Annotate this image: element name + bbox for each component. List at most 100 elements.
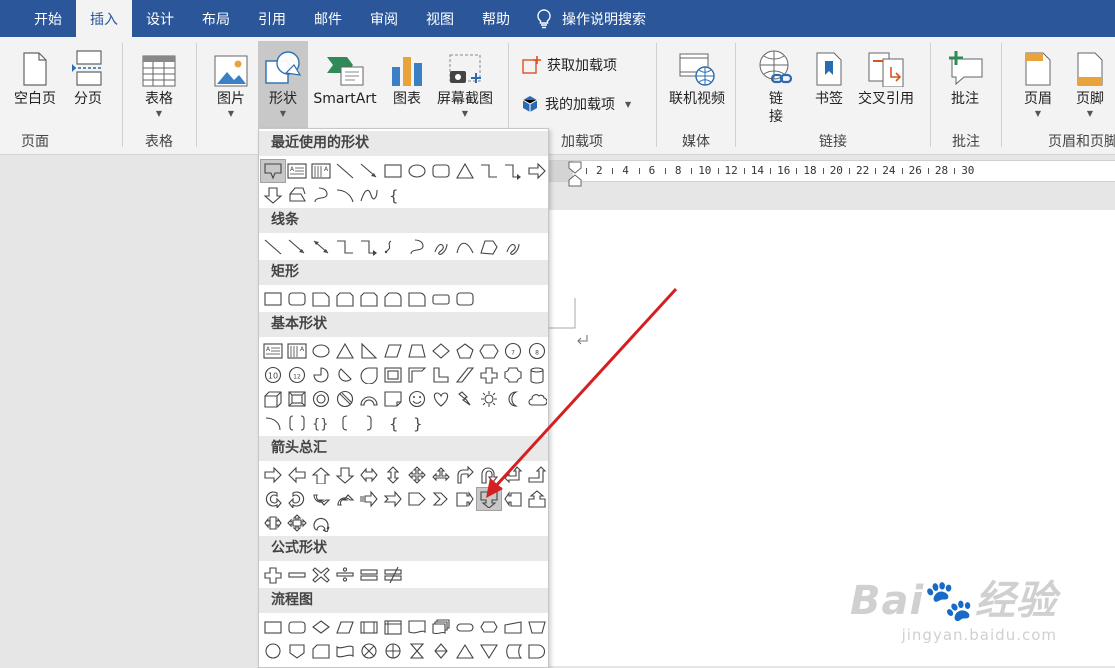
shape-snipround-icon[interactable]	[381, 288, 405, 310]
shape-lcallout-icon[interactable]	[501, 488, 525, 510]
shape-wave-icon[interactable]	[357, 184, 381, 206]
shape-falt-icon[interactable]	[285, 616, 309, 638]
shape-curve-icon[interactable]	[453, 236, 477, 258]
shape-line-icon[interactable]	[261, 236, 285, 258]
shape-brace-icon[interactable]: {	[381, 184, 405, 206]
shape-pentarrow-icon[interactable]	[405, 488, 429, 510]
bookmark-button[interactable]: 书签	[812, 41, 846, 108]
shape-oval-icon[interactable]	[405, 160, 429, 182]
shape-foffpage-icon[interactable]	[285, 640, 309, 662]
shape-freeform-icon[interactable]	[477, 236, 501, 258]
shape-dblarrow-icon[interactable]	[309, 236, 333, 258]
tab-design[interactable]: 设计	[132, 0, 188, 37]
shape-fsort-icon[interactable]	[429, 640, 453, 662]
shape-fprep-icon[interactable]	[477, 616, 501, 638]
shape-flatrect-icon[interactable]	[429, 288, 453, 310]
tab-references[interactable]: 引用	[244, 0, 300, 37]
shape-oval-icon[interactable]	[309, 340, 333, 362]
tab-view[interactable]: 视图	[412, 0, 468, 37]
shape-striped-icon[interactable]	[357, 488, 381, 510]
shape-finternal-icon[interactable]	[381, 616, 405, 638]
shape-fprocess-icon[interactable]	[261, 616, 285, 638]
shape-rrect-icon[interactable]	[285, 288, 309, 310]
shape-curvedr-icon[interactable]	[261, 488, 285, 510]
shape-tri-icon[interactable]	[453, 160, 477, 182]
shape-tri-icon[interactable]	[333, 340, 357, 362]
tab-layout[interactable]: 布局	[188, 0, 244, 37]
online-video-button[interactable]: 联机视频	[667, 41, 727, 108]
table-button[interactable]: 表格 ▼	[139, 41, 179, 120]
shape-fstored-icon[interactable]	[501, 640, 525, 662]
tab-home[interactable]: 开始	[0, 0, 76, 37]
shape-larrow-icon[interactable]	[285, 464, 309, 486]
shape-div-icon[interactable]	[333, 564, 357, 586]
shape-cube-icon[interactable]	[261, 388, 285, 410]
my-addins-button[interactable]: 我的加载项 ▼	[521, 94, 631, 114]
shape-bentup-icon[interactable]	[525, 464, 549, 486]
shape-snip-icon[interactable]	[309, 288, 333, 310]
shape-moon-icon[interactable]	[501, 388, 525, 410]
shape-pent-icon[interactable]	[285, 184, 309, 206]
shape-pie-icon[interactable]	[309, 364, 333, 386]
shape-equal-icon[interactable]	[357, 564, 381, 586]
shape-diamond-icon[interactable]	[429, 340, 453, 362]
shape-fextract-icon[interactable]	[453, 640, 477, 662]
shape-fdecision-icon[interactable]	[309, 616, 333, 638]
shape-plaque-icon[interactable]	[501, 364, 525, 386]
shape-can-icon[interactable]	[525, 364, 549, 386]
shape-num-icon[interactable]: 8	[525, 340, 549, 362]
shape-heart-icon[interactable]	[429, 388, 453, 410]
footer-button[interactable]: 页脚 ▼	[1072, 41, 1108, 120]
shape-num-icon[interactable]: 12	[285, 364, 309, 386]
picture-button[interactable]: 图片 ▼	[211, 41, 251, 120]
shape-fpredef-icon[interactable]	[357, 616, 381, 638]
shape-vtextbox-icon[interactable]: A	[285, 340, 309, 362]
shape-fmulti-icon[interactable]	[429, 616, 453, 638]
shape-darrow-icon[interactable]	[333, 464, 357, 486]
shape-fconn-icon[interactable]	[261, 640, 285, 662]
shape-connector-icon[interactable]	[381, 236, 405, 258]
shape-rbrace-icon[interactable]: }	[405, 412, 429, 434]
shape-leftup-icon[interactable]	[501, 464, 525, 486]
shape-circarrow-icon[interactable]	[309, 512, 333, 534]
shape-elbowarrow-icon[interactable]	[357, 236, 381, 258]
shape-snip2-icon[interactable]	[357, 288, 381, 310]
shape-minus-icon[interactable]	[285, 564, 309, 586]
shape-fcollate-icon[interactable]	[405, 640, 429, 662]
shape-nosym-icon[interactable]	[333, 388, 357, 410]
link-button[interactable]: 链接	[756, 41, 796, 126]
shape-fdoc-icon[interactable]	[405, 616, 429, 638]
shape-fold-icon[interactable]	[381, 388, 405, 410]
indent-marker-icon[interactable]	[568, 161, 582, 187]
shape-fmanop-icon[interactable]	[525, 616, 549, 638]
shape-curvedu-icon[interactable]	[309, 488, 333, 510]
shape-curvedd-icon[interactable]	[333, 488, 357, 510]
shape-cloud-icon[interactable]	[525, 388, 549, 410]
shape-darrow-icon[interactable]	[261, 184, 285, 206]
tell-me-search[interactable]: 操作说明搜索	[524, 0, 660, 37]
horizontal-ruler[interactable]: 2 4 6 8 10 12 14 16 18 20 22 24 26 28 30	[549, 160, 1115, 182]
shape-bevel-icon[interactable]	[285, 388, 309, 410]
shape-rrect-icon[interactable]	[429, 160, 453, 182]
shape-quad-icon[interactable]	[405, 464, 429, 486]
shape-arc-icon[interactable]	[333, 184, 357, 206]
shape-bolt-icon[interactable]	[453, 388, 477, 410]
shape-plus-icon[interactable]	[261, 564, 285, 586]
shape-bent-icon[interactable]	[453, 464, 477, 486]
shape-dbrace-icon[interactable]: {}	[309, 412, 333, 434]
screenshot-button[interactable]: 屏幕截图 ▼	[433, 41, 497, 120]
shape-lbracket-icon[interactable]	[333, 412, 357, 434]
tab-insert[interactable]: 插入	[76, 0, 132, 37]
header-button[interactable]: 页眉 ▼	[1020, 41, 1056, 120]
shape-callout-icon[interactable]	[260, 159, 286, 183]
shape-donut-icon[interactable]	[309, 388, 333, 410]
shape-dbracket-icon[interactable]	[285, 412, 309, 434]
get-addins-button[interactable]: 获取加载项	[521, 55, 617, 75]
new-comment-button[interactable]: 批注	[945, 41, 985, 108]
shape-rbracket-icon[interactable]	[357, 412, 381, 434]
shape-smile-icon[interactable]	[405, 388, 429, 410]
shape-dcallout-icon[interactable]	[476, 487, 502, 511]
shape-curvedl-icon[interactable]	[285, 488, 309, 510]
blank-page-button[interactable]: 空白页	[12, 41, 58, 108]
shape-rect-icon[interactable]	[381, 160, 405, 182]
